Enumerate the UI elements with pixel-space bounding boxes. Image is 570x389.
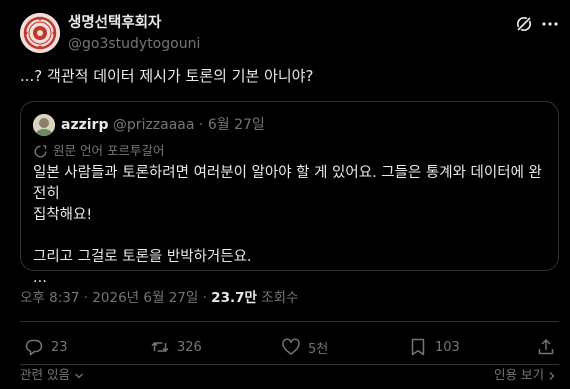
views-label: 조회수 (261, 290, 299, 306)
translate-row[interactable]: 원문 언어 포르투갈어 (33, 143, 164, 159)
views-count: 23.7만 (211, 290, 257, 306)
post-meta: 오후 8:37 · 2026년 6월 27일 · 23.7만 조회수 (20, 289, 298, 307)
divider-bottom (20, 364, 559, 365)
bookmark-button[interactable]: 103 (408, 336, 460, 358)
quote-line-2: 집착해요! (33, 207, 93, 223)
like-icon (282, 338, 300, 355)
view-quotes-link[interactable]: 인용 보기 (494, 367, 556, 383)
related-toggle[interactable]: 관련 있음 (20, 367, 84, 383)
author-names: 생명선택후회자 @go3studytogouni (68, 14, 200, 54)
post: 생명선택후회자 @go3studytogouni ...? 객관적 데이터 제시… (0, 0, 570, 389)
author-display-name[interactable]: 생명선택후회자 (68, 14, 200, 32)
repost-icon (151, 341, 169, 353)
reply-button[interactable]: 23 (24, 336, 68, 358)
reply-count: 23 (51, 339, 68, 355)
repost-count: 326 (177, 339, 202, 355)
chevron-right-icon (549, 371, 555, 380)
quote-header: azzirp @prizzaaaa · 6월 27일 (61, 116, 265, 134)
bookmark-count: 103 (435, 339, 460, 355)
translate-icon (34, 144, 47, 157)
grok-icon[interactable] (514, 14, 534, 34)
quote-display-name[interactable]: azzirp (61, 117, 108, 133)
divider-top (20, 321, 559, 322)
share-icon (538, 338, 554, 355)
bookmark-icon (411, 338, 425, 356)
quote-body: 일본 사람들과 토론하려면 여러분이 알아야 할 게 있어요. 그들은 통계와 … (33, 163, 553, 289)
quote-line-3: 그리고 그걸로 토론을 반박하거든요. (33, 249, 252, 265)
chevron-down-icon (75, 373, 83, 378)
author-handle[interactable]: @go3studytogouni (68, 34, 200, 54)
more-icon[interactable] (540, 14, 560, 34)
reply-icon (25, 339, 43, 356)
quote-line-4: ... (33, 270, 47, 286)
quote-avatar[interactable] (33, 114, 55, 136)
quote-separator: · (198, 117, 204, 133)
quote-date[interactable]: 6월 27일 (208, 117, 265, 133)
view-quotes-label: 인용 보기 (494, 367, 545, 382)
share-button[interactable] (536, 336, 556, 358)
like-button[interactable]: 5천 (281, 336, 328, 358)
author-avatar[interactable] (20, 13, 60, 53)
quoted-post[interactable]: azzirp @prizzaaaa · 6월 27일 원문 언어 포르투갈어 일… (20, 101, 559, 286)
post-timestamp[interactable]: 오후 8:37 · 2026년 6월 27일 · (20, 290, 207, 306)
quote-handle[interactable]: @prizzaaaa (113, 117, 195, 133)
related-label: 관련 있음 (20, 367, 70, 382)
repost-button[interactable]: 326 (150, 336, 202, 358)
quote-line-1: 일본 사람들과 토론하려면 여러분이 알아야 할 게 있어요. 그들은 통계와 … (33, 165, 542, 202)
post-text: ...? 객관적 데이터 제시가 토론의 기본 아니야? (20, 67, 314, 85)
translate-label: 원문 언어 포르투갈어 (53, 143, 165, 158)
like-count: 5천 (308, 341, 329, 357)
